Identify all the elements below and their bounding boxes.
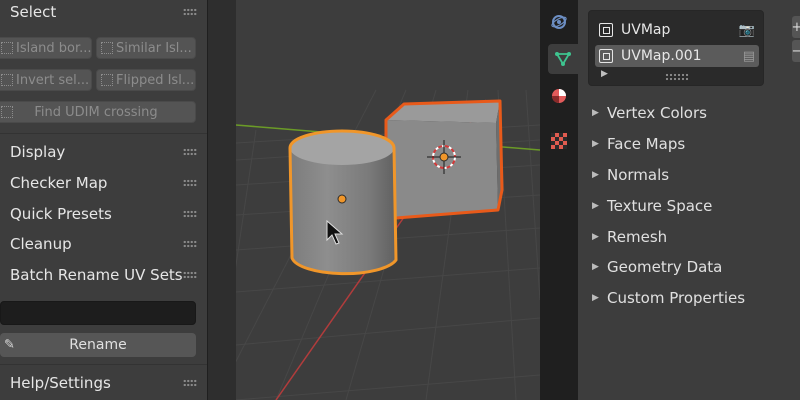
- rename-text-input[interactable]: [0, 301, 196, 325]
- list-resize-grip-icon[interactable]: [665, 73, 689, 81]
- display-panel-header[interactable]: Display: [0, 137, 207, 167]
- drag-grip-icon[interactable]: [183, 379, 197, 387]
- checker-map-header-label: Checker Map: [10, 174, 108, 192]
- quick-presets-header-label: Quick Presets: [10, 205, 112, 223]
- collapsed-triangle-icon: ▶: [592, 201, 599, 211]
- properties-tab-strip: [540, 0, 578, 400]
- select-flipped-islands-button[interactable]: Flipped Isl...: [96, 69, 196, 91]
- texture-space-panel-header[interactable]: ▶ Texture Space: [592, 194, 712, 218]
- help-settings-panel-header[interactable]: Help/Settings: [0, 368, 207, 398]
- normals-panel-header[interactable]: ▶ Normals: [592, 163, 669, 187]
- uv-map-icon: [599, 23, 613, 37]
- flipped-islands-label: Flipped Isl...: [116, 72, 195, 88]
- rename-button-label: Rename: [69, 337, 127, 353]
- udim-icon: [1, 106, 13, 118]
- batch-rename-panel-header[interactable]: Batch Rename UV Sets: [0, 260, 207, 290]
- drag-grip-icon[interactable]: [183, 271, 197, 279]
- uv-map-row[interactable]: UVMap 📷: [595, 19, 759, 41]
- texture-icon[interactable]: [540, 126, 578, 156]
- uv-map-name: UVMap.001: [621, 48, 702, 64]
- cleanup-header-label: Cleanup: [10, 235, 72, 253]
- minus-icon: −: [791, 43, 800, 59]
- camera-icon[interactable]: ▤: [743, 49, 755, 64]
- invert-selection-label: Invert sel...: [16, 72, 90, 88]
- collapsed-triangle-icon: ▶: [592, 293, 599, 303]
- vertex-colors-panel-header[interactable]: ▶ Vertex Colors: [592, 101, 707, 125]
- geometry-data-panel-header[interactable]: ▶ Geometry Data: [592, 255, 722, 279]
- subpanel-label: Normals: [607, 166, 670, 184]
- quick-presets-panel-header[interactable]: Quick Presets: [0, 199, 207, 229]
- find-udim-crossing-label: Find UDIM crossing: [34, 104, 158, 120]
- face-maps-panel-header[interactable]: ▶ Face Maps: [592, 132, 685, 156]
- invert-selection-button[interactable]: Invert sel...: [0, 69, 92, 91]
- custom-properties-panel-header[interactable]: ▶ Custom Properties: [592, 286, 745, 310]
- physics-icon[interactable]: [540, 7, 578, 37]
- find-udim-crossing-button[interactable]: Find UDIM crossing: [0, 101, 196, 123]
- mesh-data-icon[interactable]: [548, 44, 578, 74]
- drag-grip-icon[interactable]: [183, 148, 197, 156]
- rename-button[interactable]: ✎ Rename: [0, 333, 196, 357]
- material-icon[interactable]: [540, 81, 578, 111]
- subpanel-label: Custom Properties: [607, 289, 746, 307]
- island-borders-label: Island bor...: [16, 40, 92, 56]
- uv-maps-list[interactable]: UVMap 📷 UVMap.001 ▤ ▶: [588, 10, 764, 86]
- invert-selection-icon: [1, 74, 13, 86]
- select-island-borders-button[interactable]: Island bor...: [0, 37, 92, 59]
- subpanel-label: Face Maps: [607, 135, 686, 153]
- collapsed-triangle-icon: ▶: [592, 232, 599, 242]
- similar-islands-icon: [101, 42, 113, 54]
- pencil-icon: ✎: [4, 337, 15, 353]
- uv-map-name: UVMap: [621, 22, 671, 38]
- display-header-label: Display: [10, 143, 66, 161]
- remove-uv-map-button[interactable]: −: [792, 40, 800, 62]
- subpanel-label: Vertex Colors: [607, 104, 707, 122]
- help-settings-header-label: Help/Settings: [10, 374, 111, 392]
- island-borders-icon: [1, 42, 13, 54]
- uv-map-icon: [599, 49, 613, 63]
- cleanup-panel-header[interactable]: Cleanup: [0, 229, 207, 259]
- subpanel-label: Geometry Data: [607, 258, 723, 276]
- cylinder-origin-dot: [337, 194, 347, 204]
- subpanel-label: Texture Space: [607, 197, 713, 215]
- plus-icon: +: [791, 19, 800, 35]
- batch-rename-header-label: Batch Rename UV Sets: [10, 266, 183, 284]
- camera-icon[interactable]: 📷: [739, 23, 755, 38]
- viewport-scene: [236, 89, 540, 400]
- drag-grip-icon[interactable]: [183, 240, 197, 248]
- collapsed-triangle-icon: ▶: [592, 170, 599, 180]
- select-similar-islands-button[interactable]: Similar Isl...: [96, 37, 196, 59]
- collapsed-triangle-icon: ▶: [592, 139, 599, 149]
- subpanel-label: Remesh: [607, 228, 668, 246]
- select-header-label: Select: [10, 3, 57, 21]
- uv-map-row-selected[interactable]: UVMap.001 ▤: [595, 45, 759, 67]
- panel-gap: [208, 0, 236, 400]
- collapsed-triangle-icon: ▶: [592, 108, 599, 118]
- properties-panel: UVMap 📷 UVMap.001 ▤ ▶ + − ▶ Vertex Color…: [578, 0, 800, 400]
- select-panel-header[interactable]: Select: [0, 0, 207, 27]
- remesh-panel-header[interactable]: ▶ Remesh: [592, 225, 667, 249]
- drag-grip-icon[interactable]: [183, 8, 197, 16]
- list-expand-triangle-icon[interactable]: ▶: [601, 69, 608, 79]
- uv-tools-panel: Select Island bor... Similar Isl... Inve…: [0, 0, 208, 400]
- checker-map-panel-header[interactable]: Checker Map: [0, 168, 207, 198]
- drag-grip-icon[interactable]: [183, 210, 197, 218]
- flipped-islands-icon: [101, 74, 113, 86]
- similar-islands-label: Similar Isl...: [116, 40, 192, 56]
- collapsed-triangle-icon: ▶: [592, 262, 599, 272]
- drag-grip-icon[interactable]: [183, 179, 197, 187]
- add-uv-map-button[interactable]: +: [792, 16, 800, 38]
- 3d-viewport[interactable]: [236, 0, 540, 400]
